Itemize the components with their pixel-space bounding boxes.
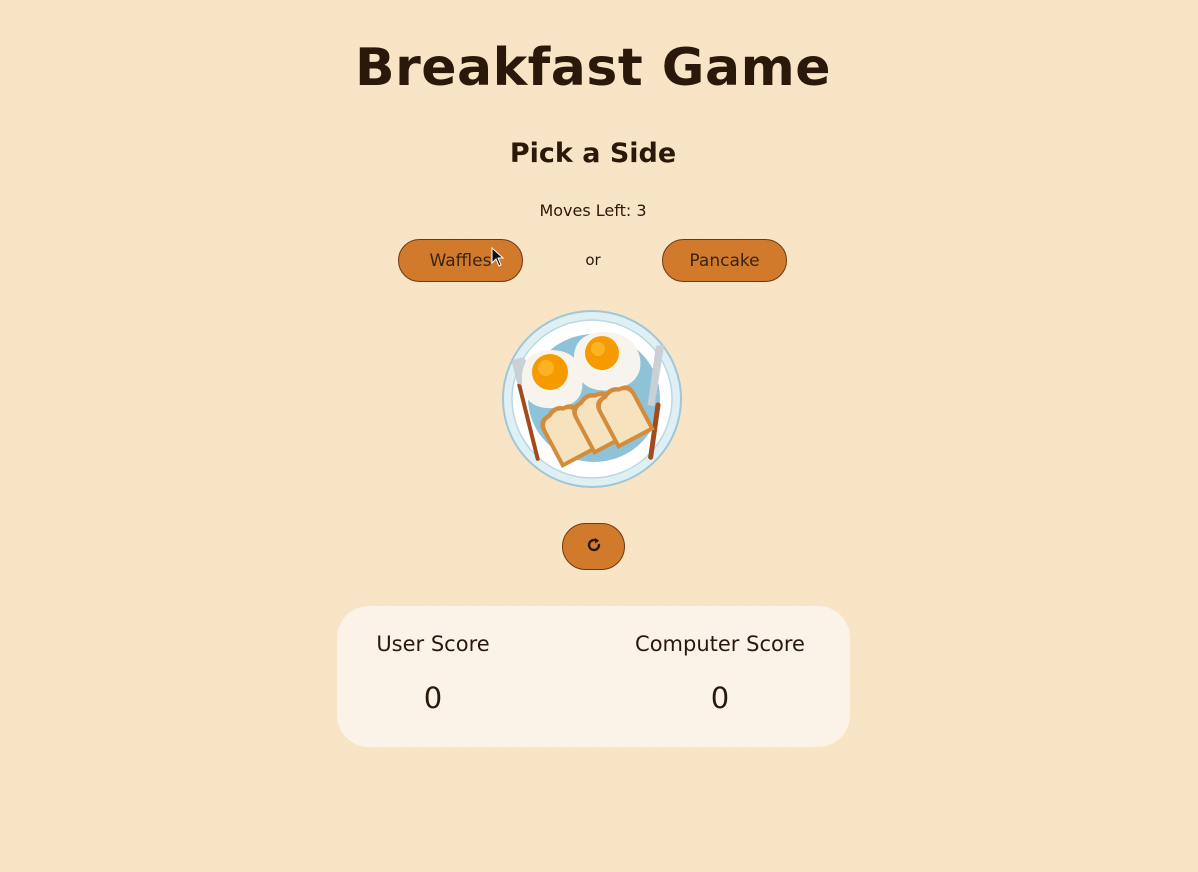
- user-score-label: User Score: [376, 632, 490, 656]
- or-separator: or: [585, 251, 601, 269]
- reset-button[interactable]: [562, 523, 625, 570]
- scoreboard: User Score Computer Score 0 0: [337, 606, 850, 747]
- mouse-cursor-icon: [491, 246, 505, 267]
- moves-left-text: Moves Left: 3: [539, 201, 647, 220]
- refresh-icon: [585, 536, 603, 557]
- breakfast-plate-icon: [502, 310, 684, 488]
- page-title: Breakfast Game: [354, 38, 832, 98]
- computer-score-label: Computer Score: [635, 632, 805, 656]
- waffles-button-label: Waffles: [429, 250, 492, 271]
- computer-score-value: 0: [710, 681, 730, 715]
- pick-a-side-heading: Pick a Side: [509, 138, 677, 169]
- user-score-value: 0: [423, 681, 443, 715]
- pancake-button-label: Pancake: [689, 250, 760, 271]
- pancake-button[interactable]: Pancake: [662, 239, 787, 282]
